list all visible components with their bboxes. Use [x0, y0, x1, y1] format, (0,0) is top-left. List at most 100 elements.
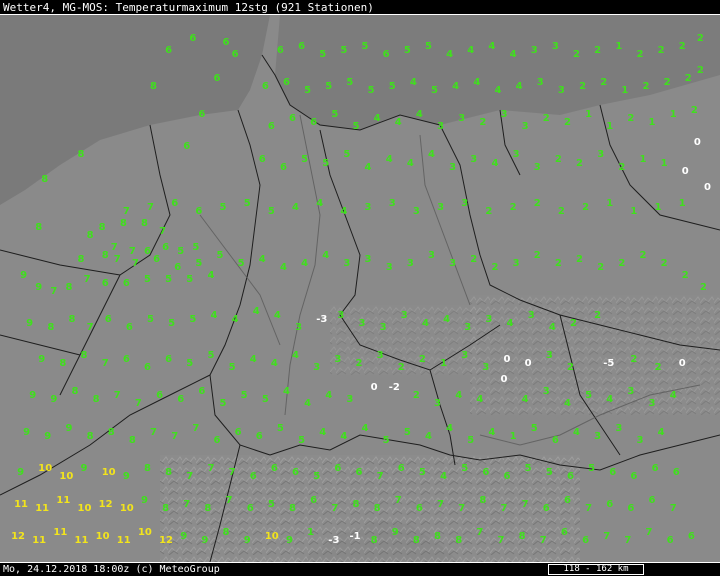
station-value: 5 — [367, 85, 375, 97]
station-value: 2 — [618, 161, 626, 173]
station-value: 2 — [699, 281, 707, 293]
station-value: 5 — [240, 390, 248, 402]
station-value: 1 — [606, 197, 614, 209]
station-value: 1 — [669, 109, 677, 121]
station-value: 11 — [14, 498, 28, 510]
station-value: 4 — [548, 322, 556, 334]
station-value: 4 — [446, 422, 454, 434]
station-value: 9 — [50, 394, 58, 406]
station-value: 7 — [376, 470, 384, 482]
station-value: 9 — [26, 318, 34, 330]
station-value: 1 — [648, 117, 656, 129]
station-value: 6 — [560, 526, 568, 538]
station-value: 2 — [639, 249, 647, 261]
station-value: 4 — [415, 109, 423, 121]
station-value: 5 — [403, 45, 411, 57]
station-value: 8 — [77, 149, 85, 161]
station-value: 10 — [101, 466, 116, 478]
station-value: 4 — [424, 430, 432, 442]
station-value: 8 — [77, 253, 85, 265]
station-value: 8 — [86, 430, 94, 442]
station-value: 3 — [337, 310, 345, 322]
station-value: 3 — [388, 197, 396, 209]
station-value: 0 — [693, 137, 701, 149]
station-value: 4 — [406, 157, 414, 169]
station-value: 5 — [237, 257, 245, 269]
station-value: 0 — [704, 181, 711, 193]
station-value: 3 — [536, 77, 544, 89]
station-value: 8 — [479, 494, 487, 506]
station-value: 3 — [437, 201, 445, 213]
station-value: 9 — [35, 281, 43, 293]
station-value: 7 — [150, 426, 157, 438]
station-value: 6 — [255, 430, 263, 442]
station-value: 1 — [509, 430, 517, 442]
station-value: 4 — [394, 117, 402, 129]
station-value: 3 — [482, 362, 490, 374]
station-value: 6 — [355, 466, 363, 478]
station-value: 3 — [295, 322, 303, 334]
station-value: 5 — [195, 257, 203, 269]
station-value: 6 — [122, 354, 130, 366]
station-value: 4 — [301, 257, 309, 269]
station-value: 6 — [566, 470, 574, 482]
station-value: 6 — [267, 121, 275, 133]
station-value: 7 — [122, 205, 130, 217]
station-value: 8 — [68, 314, 76, 326]
station-value: 3 — [648, 398, 656, 410]
station-value: 6 — [189, 33, 197, 45]
station-value: 6 — [231, 49, 239, 61]
station-value: 4 — [476, 394, 484, 406]
station-value: 7 — [110, 241, 118, 253]
station-value: 3 — [636, 434, 644, 446]
station-value: 3 — [461, 197, 469, 209]
station-value: 6 — [258, 153, 266, 165]
station-value: 5 — [325, 81, 333, 93]
station-value: 3 — [458, 113, 466, 125]
station-value: 6 — [171, 197, 179, 209]
station-value: 7 — [101, 358, 109, 370]
station-value: 8 — [162, 502, 170, 514]
station-value: 3 — [551, 41, 559, 53]
station-value: 5 — [388, 81, 396, 93]
station-value: 5 — [219, 201, 227, 213]
station-value: 3 — [485, 314, 493, 326]
station-value: 7 — [624, 534, 632, 546]
station-value: 8 — [352, 498, 360, 510]
station-value: 4 — [373, 113, 381, 125]
station-value: 3 — [428, 249, 435, 261]
station-value: 6 — [213, 73, 221, 85]
station-value: 5 — [467, 434, 475, 446]
station-value: 3 — [542, 386, 550, 398]
station-value: 6 — [289, 113, 296, 125]
station-value: 5 — [530, 422, 538, 434]
station-value: 8 — [35, 221, 43, 233]
station-value: 2 — [579, 81, 587, 93]
station-value: 5 — [588, 462, 596, 474]
station-value: 5 — [585, 390, 593, 402]
station-value: 0 — [681, 165, 689, 177]
station-value: 5 — [192, 241, 200, 253]
station-value: 1 — [654, 201, 662, 213]
station-value: 7 — [128, 245, 136, 257]
station-value: 3 — [406, 257, 414, 269]
station-value: 6 — [165, 354, 173, 366]
station-value: 2 — [642, 81, 650, 93]
station-value: 2 — [533, 249, 541, 261]
station-value: 4 — [446, 49, 454, 61]
station-value: 3 — [364, 201, 372, 213]
station-value: -3 — [316, 314, 328, 326]
station-value: 0 — [678, 358, 686, 370]
station-value: 2 — [630, 354, 638, 366]
station-value: 4 — [316, 197, 324, 209]
station-value: 8 — [98, 221, 106, 233]
scale-bar: 118 - 162 km — [548, 564, 644, 575]
station-value: 5 — [189, 314, 197, 326]
station-value: 6 — [183, 141, 191, 153]
station-value: 5 — [219, 398, 227, 410]
scale-label: 118 - 162 km — [563, 564, 629, 574]
station-value: 2 — [576, 253, 583, 265]
station-value: 4 — [252, 306, 260, 318]
station-value: 6 — [648, 494, 656, 506]
station-value: 8 — [434, 530, 441, 542]
